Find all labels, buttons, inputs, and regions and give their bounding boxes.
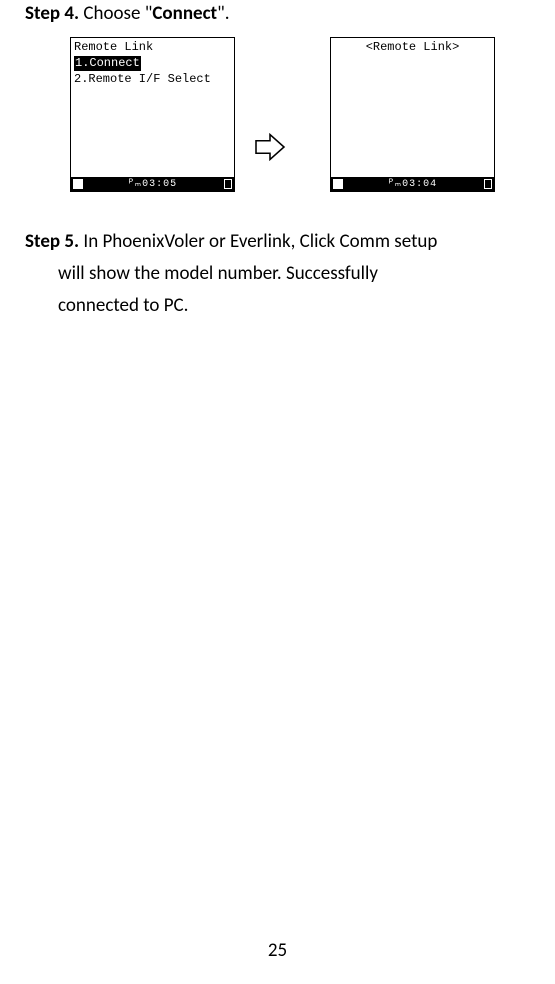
step4-bold: Connect [152, 2, 217, 25]
screen1-item2: 2.Remote I/F Select [74, 72, 231, 87]
step5-line2: will show the model number. Successfully [58, 258, 535, 290]
step5-line1: Step 5. In PhoenixVoler or Everlink, Cli… [25, 226, 535, 258]
step4-prefix: Choose " [79, 2, 152, 25]
step4-label: Step 4. [25, 2, 79, 25]
step5-line3: connected to PC. [58, 290, 535, 322]
step5-line1-text: In PhoenixVoler or Everlink, Click Comm … [79, 230, 437, 253]
status-antenna-icon: ᴾₘ [388, 178, 402, 190]
screen2-time: 03:04 [402, 179, 437, 190]
arrow-container [240, 68, 300, 161]
screen1-item1: 1.Connect [74, 56, 141, 71]
screen1-statusbar: ᴾₘ03:05 [71, 177, 234, 191]
status-antenna-icon: ᴾₘ [128, 178, 142, 190]
step5-label: Step 5. [25, 230, 79, 253]
screen-right: <Remote Link> ᴾₘ03:04 [330, 37, 495, 192]
battery-icon [224, 179, 232, 189]
statusbar-left-icon [73, 179, 83, 189]
screen1-time: 03:05 [142, 179, 177, 190]
step4-text: Step 4. Choose "Connect". [25, 2, 535, 25]
screen2-title: <Remote Link> [331, 38, 494, 57]
screen-left-content: Remote Link 1.Connect 2.Remote I/F Selec… [71, 38, 234, 89]
screens-row: Remote Link 1.Connect 2.Remote I/F Selec… [70, 37, 535, 192]
screen1-title: Remote Link [74, 40, 231, 55]
battery-icon [484, 179, 492, 189]
statusbar-left-icon [333, 179, 343, 189]
step4-suffix: ". [217, 2, 229, 25]
arrow-right-icon [254, 133, 286, 161]
page-number: 25 [0, 939, 555, 962]
screen-left: Remote Link 1.Connect 2.Remote I/F Selec… [70, 37, 235, 192]
screen2-statusbar: ᴾₘ03:04 [331, 177, 494, 191]
